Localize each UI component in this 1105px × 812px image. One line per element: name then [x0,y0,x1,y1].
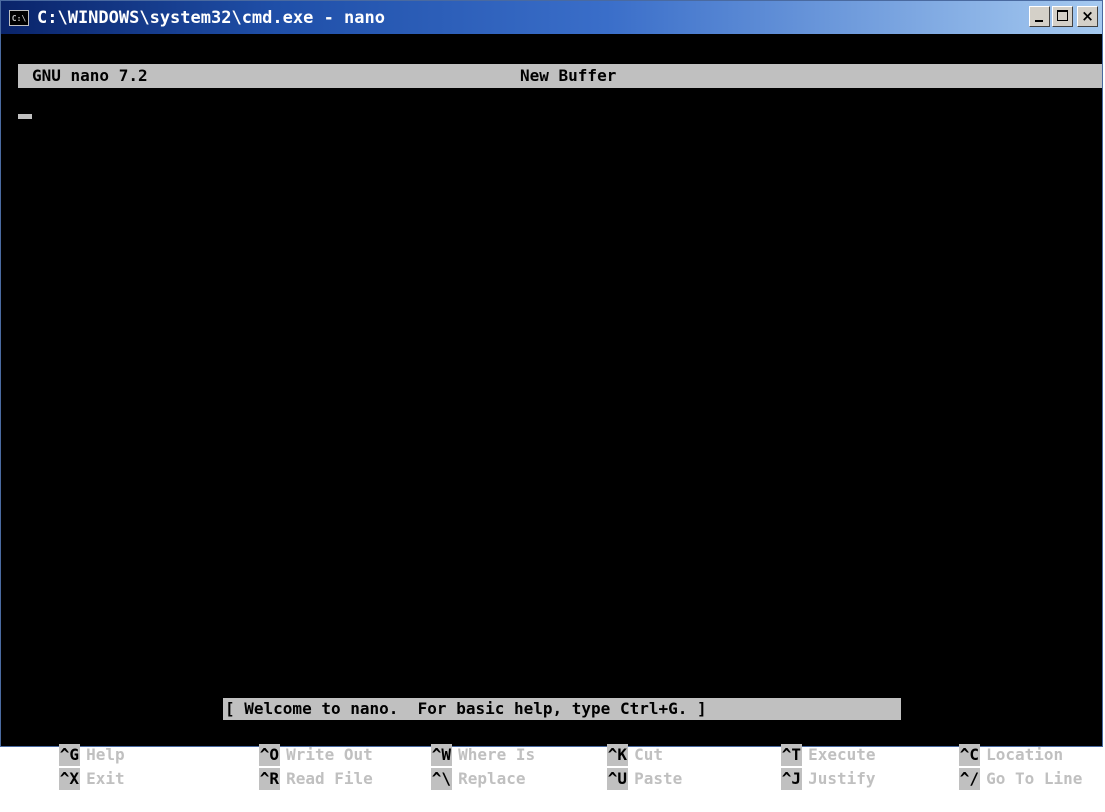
minimize-button[interactable] [1029,6,1050,27]
shortcut-key: ^U [606,768,629,790]
shortcut-write-out[interactable]: ^O Write Out [201,722,373,766]
shortcut-key: ^X [58,768,81,790]
console-app-icon[interactable]: C:\ [9,9,29,26]
nano-version: GNU nano 7.2 [32,66,148,85]
shortcut-cut[interactable]: ^K Cut [549,722,663,766]
shortcut-go-to-line[interactable]: ^/ Go To Line [901,746,1082,790]
shortcut-label: Read File [286,769,373,788]
status-message: [ Welcome to nano. For basic help, type … [223,698,901,720]
shortcut-label: Justify [808,769,876,788]
shortcut-execute[interactable]: ^T Execute [723,722,876,766]
console-area[interactable]: GNU nano 7.2 New Buffer [ Welcome to nan… [1,34,1102,790]
shortcut-exit[interactable]: ^X Exit [1,746,125,790]
window-title: C:\WINDOWS\system32\cmd.exe - nano [37,7,385,28]
close-icon: × [1081,7,1094,25]
shortcut-key: ^J [780,768,803,790]
caption-buttons: × [1029,6,1098,27]
shortcut-label: Replace [458,769,526,788]
shortcut-label: Go To Line [986,769,1083,788]
shortcut-key: ^R [258,768,281,790]
text-cursor [18,114,32,119]
shortcut-where-is[interactable]: ^W Where Is [373,722,535,766]
maximize-button[interactable] [1052,6,1073,27]
shortcut-justify[interactable]: ^J Justify [723,746,876,790]
shortcut-key: ^/ [958,768,981,790]
shortcut-label: Paste [634,769,683,788]
shortcut-key: ^\ [430,768,453,790]
close-button[interactable]: × [1077,6,1098,27]
window-titlebar[interactable]: C:\ C:\WINDOWS\system32\cmd.exe - nano × [1,1,1102,34]
shortcut-replace[interactable]: ^\ Replace [373,746,526,790]
shortcut-paste[interactable]: ^U Paste [549,746,682,790]
buffer-name: New Buffer [520,66,617,85]
shortcut-read-file[interactable]: ^R Read File [201,746,373,790]
shortcut-location[interactable]: ^C Location [901,722,1063,766]
shortcut-label: Exit [86,769,125,788]
nano-title-bar: GNU nano 7.2 New Buffer [18,64,1102,88]
cmd-window: C:\ C:\WINDOWS\system32\cmd.exe - nano ×… [0,0,1103,790]
shortcut-help[interactable]: ^G Help [1,722,125,766]
